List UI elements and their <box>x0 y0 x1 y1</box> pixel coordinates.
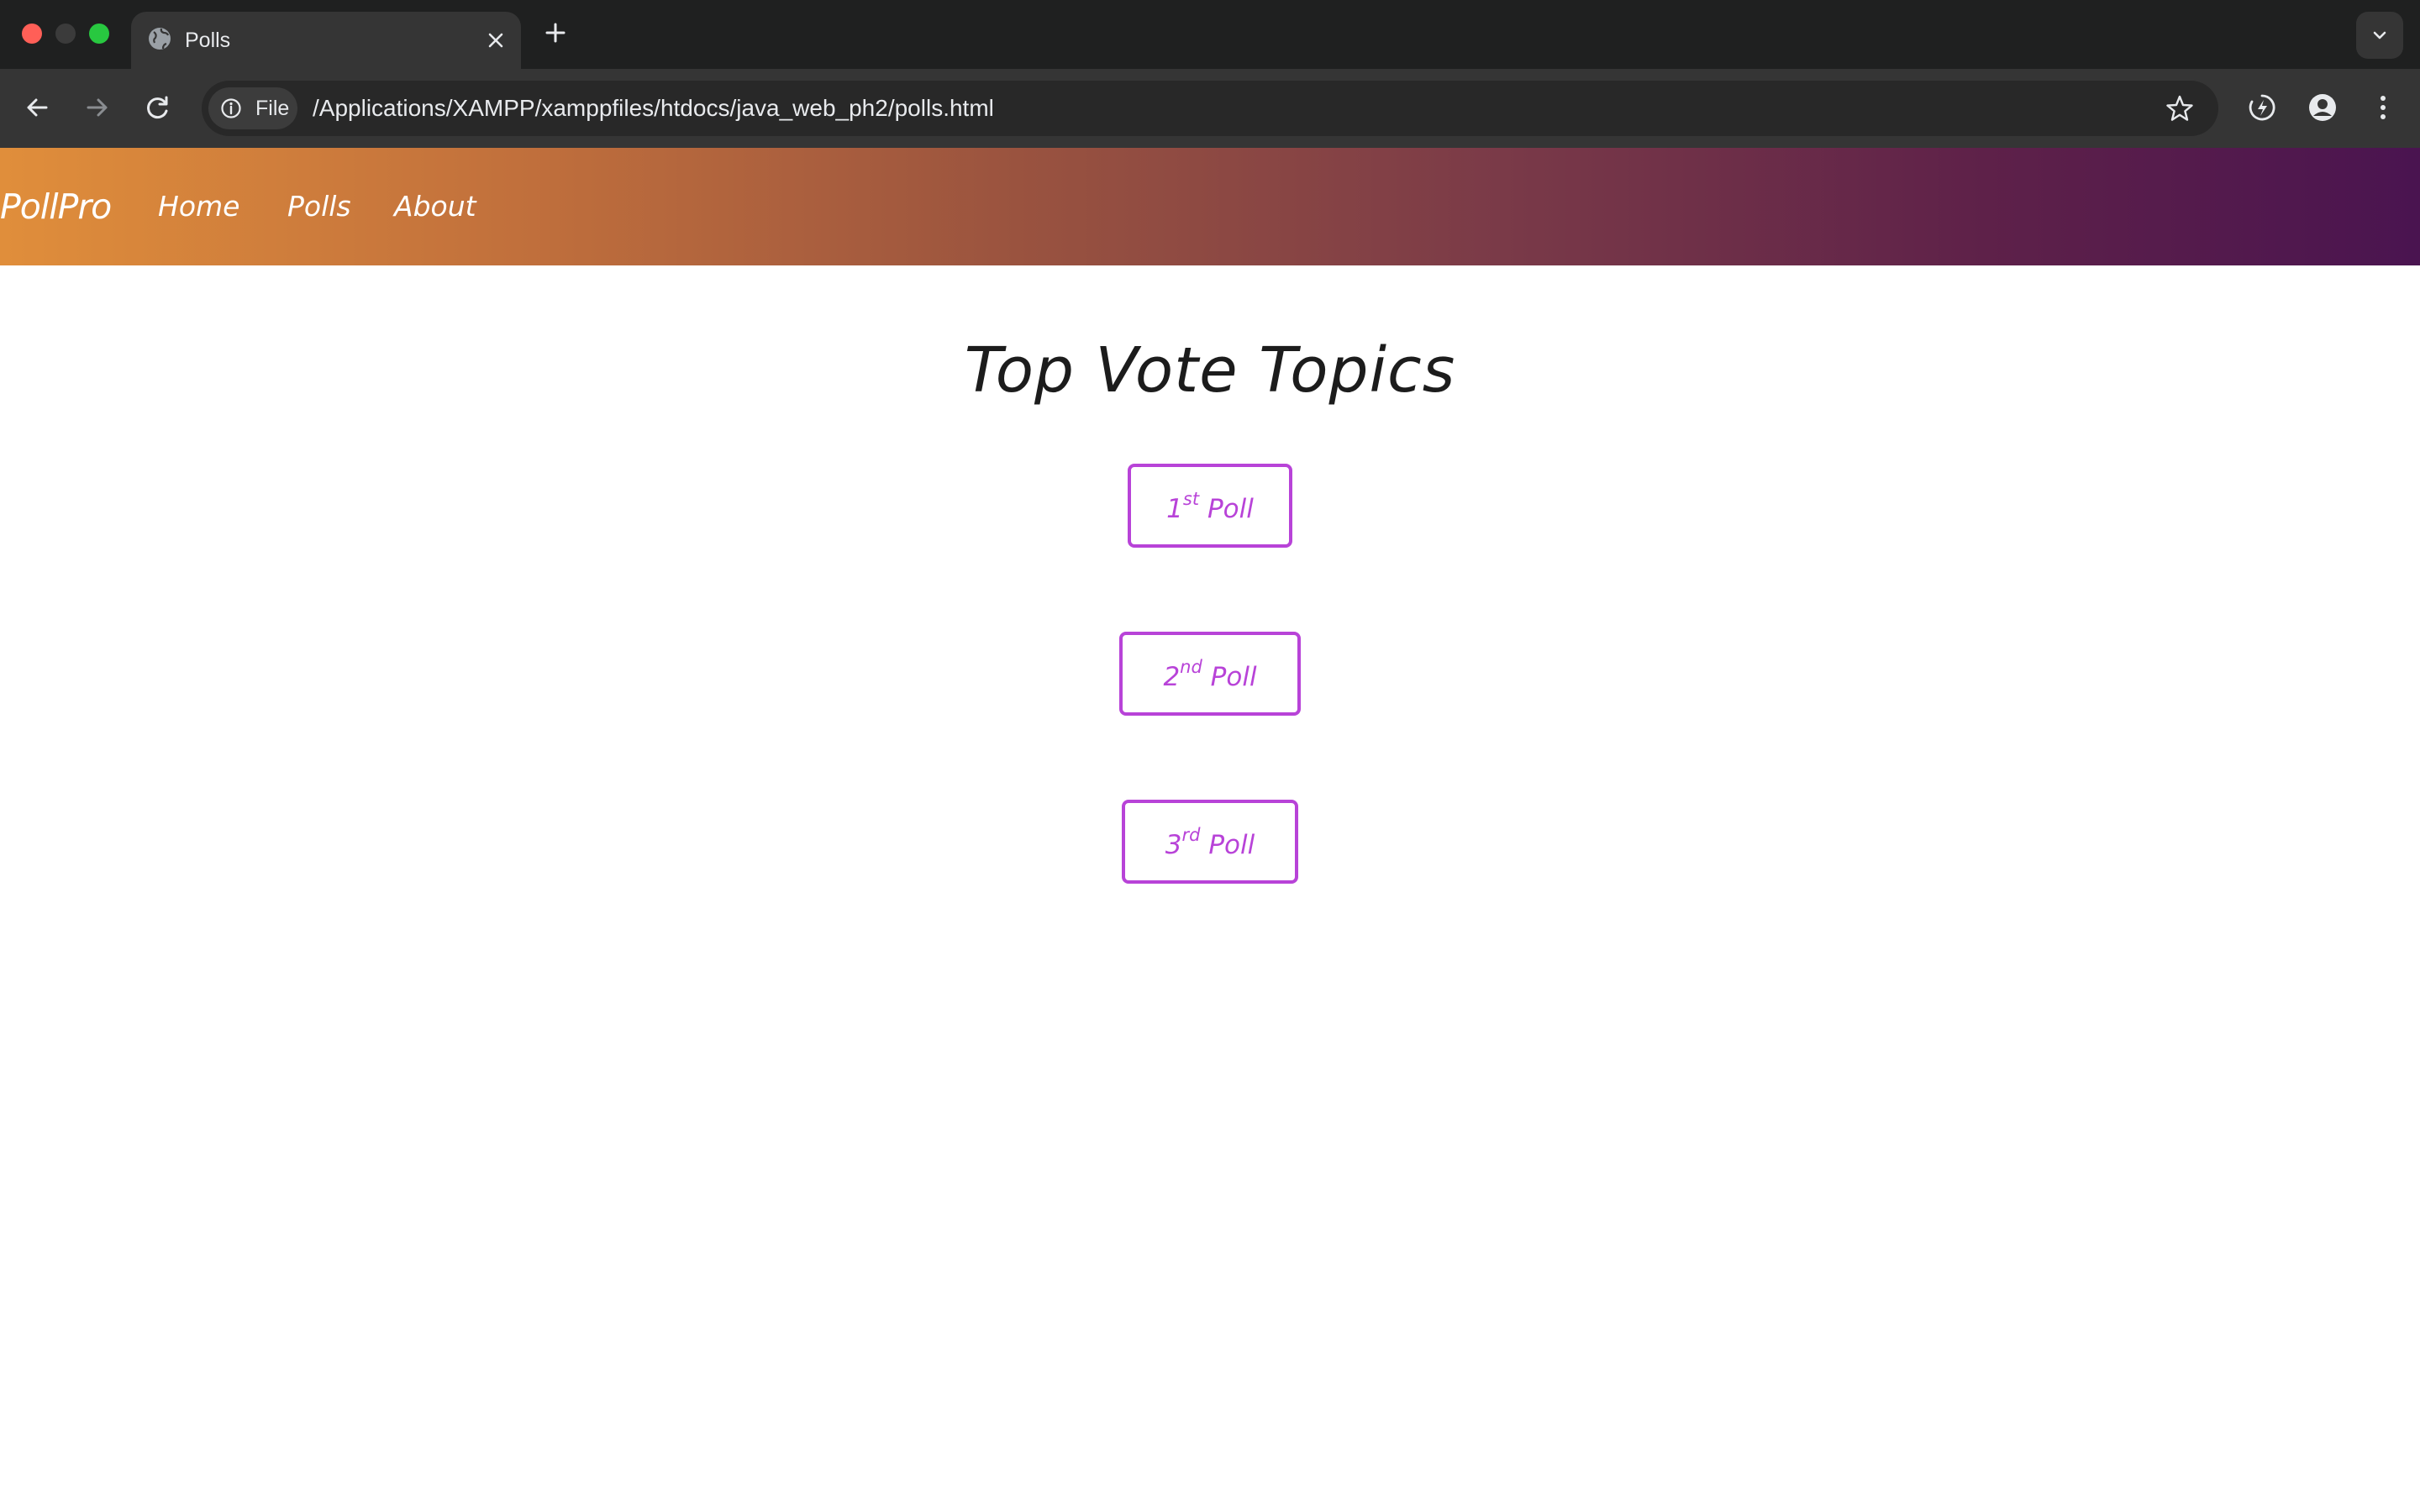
tab-title: Polls <box>185 29 231 52</box>
nav-link-about[interactable]: About <box>394 148 476 265</box>
profile-icon[interactable] <box>2306 91 2339 124</box>
info-icon <box>221 98 241 118</box>
poll-2-number: 2 <box>1163 662 1181 692</box>
brand-logo[interactable]: PollPro <box>0 148 112 265</box>
tab-search-button[interactable] <box>2356 12 2403 59</box>
maximize-window-button[interactable] <box>89 24 109 44</box>
poll-2-button[interactable]: 2nd Poll <box>1119 632 1301 716</box>
chevron-down-icon <box>2373 31 2386 39</box>
close-window-button[interactable] <box>22 24 42 44</box>
file-chip-label: File <box>255 97 290 120</box>
poll-1-number: 1 <box>1166 494 1183 524</box>
poll-1-suffix: st <box>1182 488 1200 509</box>
globe-icon <box>149 28 171 50</box>
page-title: Top Vote Topics <box>964 333 1456 407</box>
reload-icon[interactable] <box>141 91 175 124</box>
page-content: PollPro Home Polls About Top Vote Topics… <box>0 148 2420 1512</box>
poll-3-suffix: rd <box>1181 824 1201 845</box>
minimize-window-button[interactable] <box>55 24 76 44</box>
poll-1-button[interactable]: 1st Poll <box>1128 464 1292 548</box>
browser-tab-bar: Polls <box>0 0 2420 69</box>
new-tab-icon[interactable] <box>541 18 570 47</box>
browser-toolbar: File /Applications/XAMPP/xamppfiles/htdo… <box>0 69 2420 148</box>
url-text[interactable]: /Applications/XAMPP/xamppfiles/htdocs/ja… <box>313 81 994 136</box>
nav-link-home[interactable]: Home <box>158 148 239 265</box>
kebab-menu-icon[interactable] <box>2366 91 2400 124</box>
site-info-button[interactable]: File <box>208 87 297 129</box>
poll-3-button[interactable]: 3rd Poll <box>1122 800 1298 884</box>
browser-tab[interactable]: Polls <box>131 12 521 69</box>
poll-2-suffix: nd <box>1180 656 1202 677</box>
poll-3-label: Poll <box>1208 830 1255 860</box>
poll-2-label: Poll <box>1210 662 1257 692</box>
arrow-left-icon[interactable] <box>20 91 54 124</box>
arrow-right-icon[interactable] <box>81 91 114 124</box>
close-tab-icon[interactable] <box>482 27 509 54</box>
site-navbar: PollPro Home Polls About <box>0 148 2420 265</box>
star-icon[interactable] <box>2165 93 2195 123</box>
poll-1-label: Poll <box>1207 494 1254 524</box>
nav-link-polls[interactable]: Polls <box>287 148 351 265</box>
poll-3-number: 3 <box>1165 830 1182 860</box>
address-bar[interactable]: File /Applications/XAMPP/xamppfiles/htdo… <box>202 81 2218 136</box>
performance-icon[interactable] <box>2245 91 2279 124</box>
